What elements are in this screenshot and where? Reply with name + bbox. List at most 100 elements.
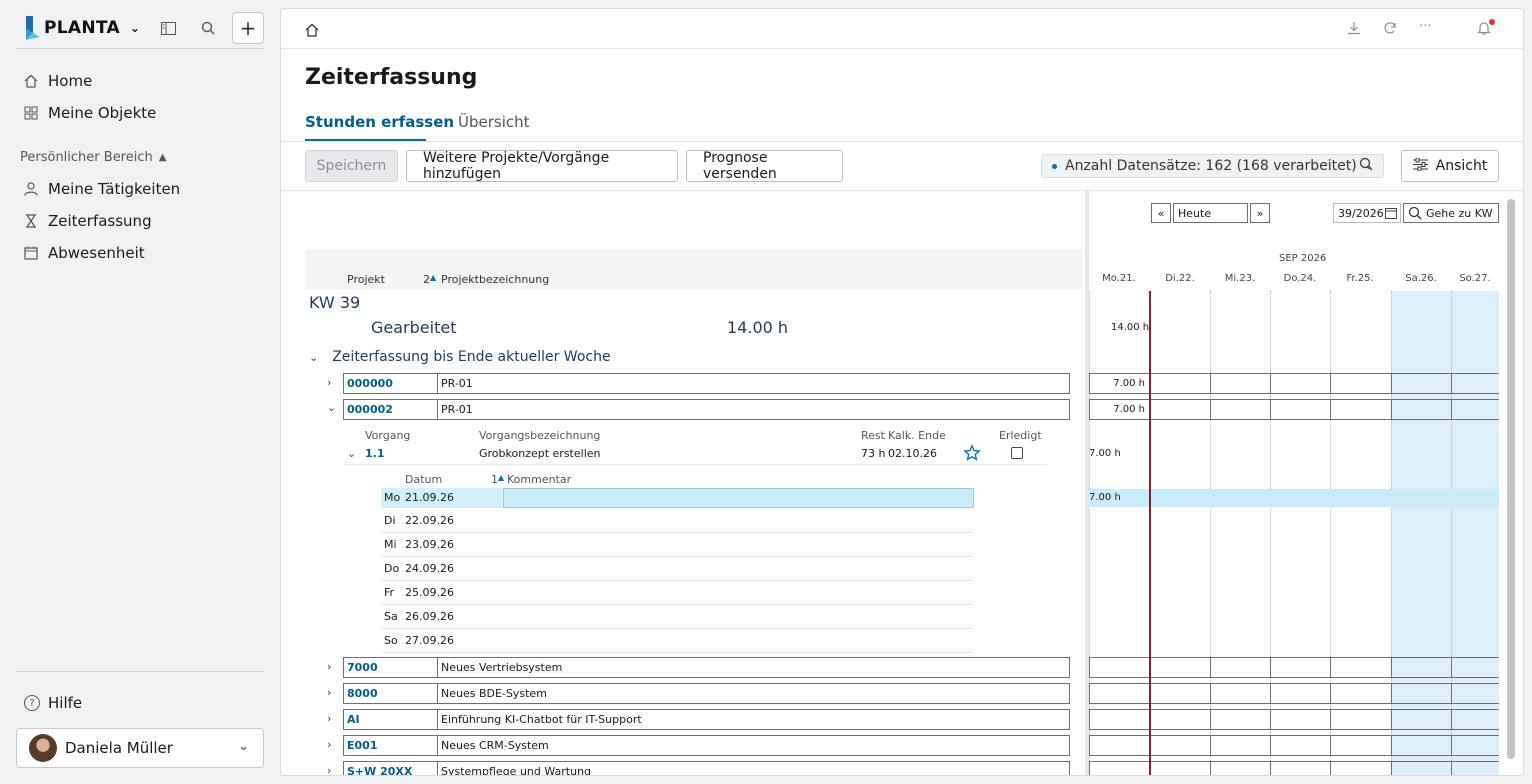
help-link[interactable]: ? Hilfe	[24, 694, 82, 712]
hour-cell[interactable]	[1330, 399, 1392, 420]
planta-logo[interactable]: PLANTA ⌄	[24, 14, 140, 42]
hour-cell[interactable]	[1270, 709, 1331, 730]
hour-cell[interactable]	[1210, 373, 1271, 394]
hour-cell[interactable]	[1451, 373, 1499, 394]
add-projects-button[interactable]: Weitere Projekte/Vorgänge hinzufügen	[406, 150, 678, 182]
section-persoenlicher-bereich[interactable]: Persönlicher Bereich ▲	[20, 150, 166, 165]
tab-stunden-erfassen[interactable]: Stunden erfassen	[305, 113, 454, 131]
hour-cell[interactable]	[1451, 657, 1499, 678]
hour-cell[interactable]	[1089, 709, 1150, 730]
hour-cell[interactable]	[1391, 761, 1452, 775]
project-row[interactable]: S+W 20XX Systempflege und Wartung	[343, 761, 1070, 775]
hour-cell[interactable]	[1210, 683, 1271, 704]
nav-meine-objekte[interactable]: Meine Objekte	[24, 101, 156, 125]
project-id[interactable]: AI	[344, 710, 438, 729]
download-icon[interactable]	[1347, 21, 1361, 39]
task-row[interactable]: ⌄ 1.1 Grobkonzept erstellen 73 h 02.10.2…	[343, 444, 1047, 466]
col-header-vorgangsbezeichnung[interactable]: Vorgangsbezeichnung	[479, 429, 600, 442]
hour-cell[interactable]	[1270, 399, 1331, 420]
hour-cell[interactable]: 7.00 h	[1089, 399, 1150, 420]
nav-abwesenheit[interactable]: Abwesenheit	[24, 241, 145, 265]
view-button[interactable]: Ansicht	[1401, 150, 1499, 182]
user-menu[interactable]: Daniela Müller ⌄	[16, 728, 264, 768]
star-icon[interactable]	[963, 444, 981, 466]
save-button[interactable]: Speichern	[305, 150, 398, 182]
project-row[interactable]: 8000 Neues BDE-System	[343, 683, 1070, 704]
send-forecast-button[interactable]: Prognose versenden	[686, 150, 843, 182]
hour-cell[interactable]	[1391, 657, 1452, 678]
hour-cell[interactable]	[1149, 709, 1211, 730]
day-row[interactable]: Di 22.09.26	[381, 509, 973, 533]
day-hours[interactable]: 7.00 h	[1089, 492, 1121, 503]
project-row[interactable]: 000002 PR-01	[343, 399, 1070, 420]
day-row[interactable]: Do 24.09.26	[381, 557, 973, 581]
hour-cell[interactable]	[1210, 657, 1271, 678]
hour-cell[interactable]	[1330, 709, 1392, 730]
hour-cell[interactable]	[1270, 735, 1331, 756]
expand-icon[interactable]: ›	[327, 738, 331, 751]
expand-icon[interactable]: ›	[327, 712, 331, 725]
hour-cell[interactable]	[1270, 373, 1331, 394]
hour-cell[interactable]	[1210, 399, 1271, 420]
hour-cell[interactable]	[1451, 709, 1499, 730]
col-header-erledigt[interactable]: Erledigt	[999, 429, 1042, 442]
calendar-icon[interactable]	[1385, 207, 1397, 222]
today-input[interactable]: Heute	[1173, 203, 1248, 223]
hour-cell[interactable]	[1330, 373, 1392, 394]
day-row[interactable]: Fr 25.09.26	[381, 581, 973, 605]
hour-cell[interactable]	[1210, 761, 1271, 775]
hour-cell[interactable]	[1149, 683, 1211, 704]
hour-cell[interactable]	[1089, 761, 1150, 775]
hour-cell[interactable]	[1391, 683, 1452, 704]
task-id[interactable]: 1.1	[365, 447, 385, 460]
hour-cell[interactable]	[1089, 683, 1150, 704]
home-icon[interactable]	[305, 23, 319, 41]
project-id[interactable]: 7000	[344, 658, 438, 677]
expand-icon[interactable]: ›	[327, 660, 331, 673]
nav-zeiterfassung[interactable]: Zeiterfassung	[24, 209, 152, 233]
project-id[interactable]: 000002	[344, 400, 438, 419]
vertical-scrollbar[interactable]	[1507, 199, 1515, 759]
project-row[interactable]: 7000 Neues Vertriebsystem	[343, 657, 1070, 678]
expand-icon[interactable]: ›	[327, 686, 331, 699]
project-id[interactable]: E001	[344, 736, 438, 755]
col-header-kalk-ende[interactable]: Kalk. Ende	[888, 429, 946, 442]
hour-cell[interactable]	[1270, 761, 1331, 775]
project-row[interactable]: 000000 PR-01	[343, 373, 1070, 394]
goto-week-input[interactable]: Gehe zu KW	[1403, 203, 1499, 223]
prev-week-button[interactable]: «	[1151, 203, 1171, 223]
hour-cell[interactable]	[1451, 761, 1499, 775]
add-button[interactable]: +	[232, 12, 264, 44]
hour-cell[interactable]	[1089, 735, 1150, 756]
comment-input[interactable]	[503, 488, 974, 508]
col-header-vorgang[interactable]: Vorgang	[365, 429, 410, 442]
hour-cell[interactable]	[1330, 761, 1392, 775]
col-header-kommentar[interactable]: Kommentar	[507, 473, 571, 486]
hour-cell[interactable]	[1089, 657, 1150, 678]
next-week-button[interactable]: »	[1250, 203, 1270, 223]
hour-cell[interactable]	[1330, 683, 1392, 704]
records-filter[interactable]: Anzahl Datensätze: 162 (168 verarbeitet)…	[1041, 154, 1385, 178]
search-icon[interactable]	[1359, 157, 1373, 175]
hour-cell[interactable]	[1210, 735, 1271, 756]
hour-cell[interactable]	[1149, 735, 1211, 756]
group-header[interactable]: ⌄ Zeiterfassung bis Ende aktueller Woche	[309, 349, 611, 365]
col-header-projekt[interactable]: Projekt	[347, 273, 385, 286]
expand-icon[interactable]: ›	[327, 764, 331, 775]
hour-cell[interactable]	[1270, 657, 1331, 678]
hour-cell[interactable]	[1391, 399, 1452, 420]
more-icon[interactable]: ···	[1419, 19, 1431, 34]
hour-cell[interactable]	[1330, 657, 1392, 678]
day-row[interactable]: Sa 26.09.26	[381, 605, 973, 629]
day-row[interactable]: So 27.09.26	[381, 629, 973, 653]
hour-cell[interactable]: 7.00 h	[1089, 373, 1150, 394]
hour-cell[interactable]	[1451, 735, 1499, 756]
col-header-rest[interactable]: Rest	[861, 429, 885, 442]
hour-cell[interactable]	[1391, 373, 1452, 394]
hour-cell[interactable]	[1451, 683, 1499, 704]
hour-cell[interactable]	[1149, 373, 1211, 394]
project-id[interactable]: 8000	[344, 684, 438, 703]
sidebar-toggle-icon[interactable]	[158, 18, 178, 38]
hour-cell[interactable]	[1210, 709, 1271, 730]
collapse-icon[interactable]: ⌄	[347, 447, 356, 460]
